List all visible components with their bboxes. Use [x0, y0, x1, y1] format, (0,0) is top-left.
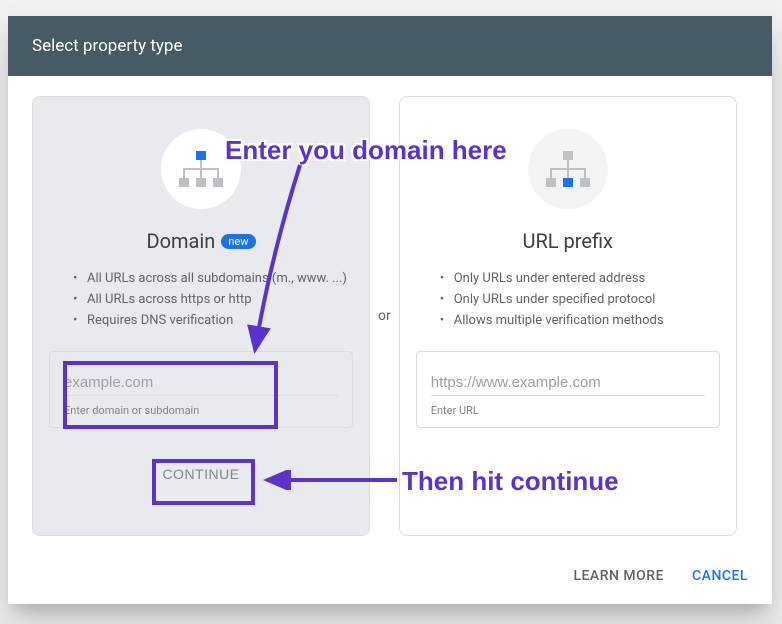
- url-input[interactable]: [431, 370, 705, 396]
- url-input-hint: Enter URL: [431, 404, 705, 417]
- new-badge: new: [221, 234, 255, 249]
- url-prefix-card[interactable]: URL prefix Only URLs under entered addre…: [399, 96, 737, 536]
- domain-title: Domain: [146, 229, 215, 253]
- domain-icon-circle: [161, 129, 241, 209]
- url-feature: Allows multiple verification methods: [440, 311, 720, 332]
- domain-feature: All URLs across all subdomains (m., www.…: [73, 269, 353, 290]
- domain-title-row: Domain new: [146, 229, 255, 253]
- url-input-block: Enter URL: [416, 351, 720, 428]
- domain-input-hint: Enter domain or subdomain: [64, 404, 338, 417]
- domain-card[interactable]: Domain new All URLs across all subdomain…: [32, 96, 370, 536]
- domain-feature: All URLs across https or http: [73, 290, 353, 311]
- domain-input-block: Enter domain or subdomain: [49, 351, 353, 428]
- domain-input[interactable]: [64, 370, 338, 396]
- url-title-row: URL prefix: [523, 229, 613, 253]
- url-features: Only URLs under entered address Only URL…: [416, 269, 720, 331]
- select-property-dialog: Select property type Domain new: [8, 16, 772, 604]
- domain-feature: Requires DNS verification: [73, 311, 353, 332]
- url-title: URL prefix: [523, 229, 613, 253]
- url-icon-circle: [528, 129, 608, 209]
- sitemap-icon: [179, 151, 223, 187]
- or-separator: or: [378, 308, 391, 324]
- domain-features: All URLs across all subdomains (m., www.…: [49, 269, 353, 331]
- dialog-actions: LEARN MORE CANCEL: [8, 556, 772, 604]
- sitemap-icon: [546, 151, 590, 187]
- url-feature: Only URLs under specified protocol: [440, 290, 720, 311]
- dialog-title: Select property type: [8, 16, 772, 76]
- dialog-body: Domain new All URLs across all subdomain…: [8, 76, 772, 556]
- url-feature: Only URLs under entered address: [440, 269, 720, 290]
- learn-more-link[interactable]: LEARN MORE: [573, 568, 664, 584]
- domain-continue-button[interactable]: CONTINUE: [144, 456, 257, 492]
- cancel-button[interactable]: CANCEL: [692, 568, 748, 584]
